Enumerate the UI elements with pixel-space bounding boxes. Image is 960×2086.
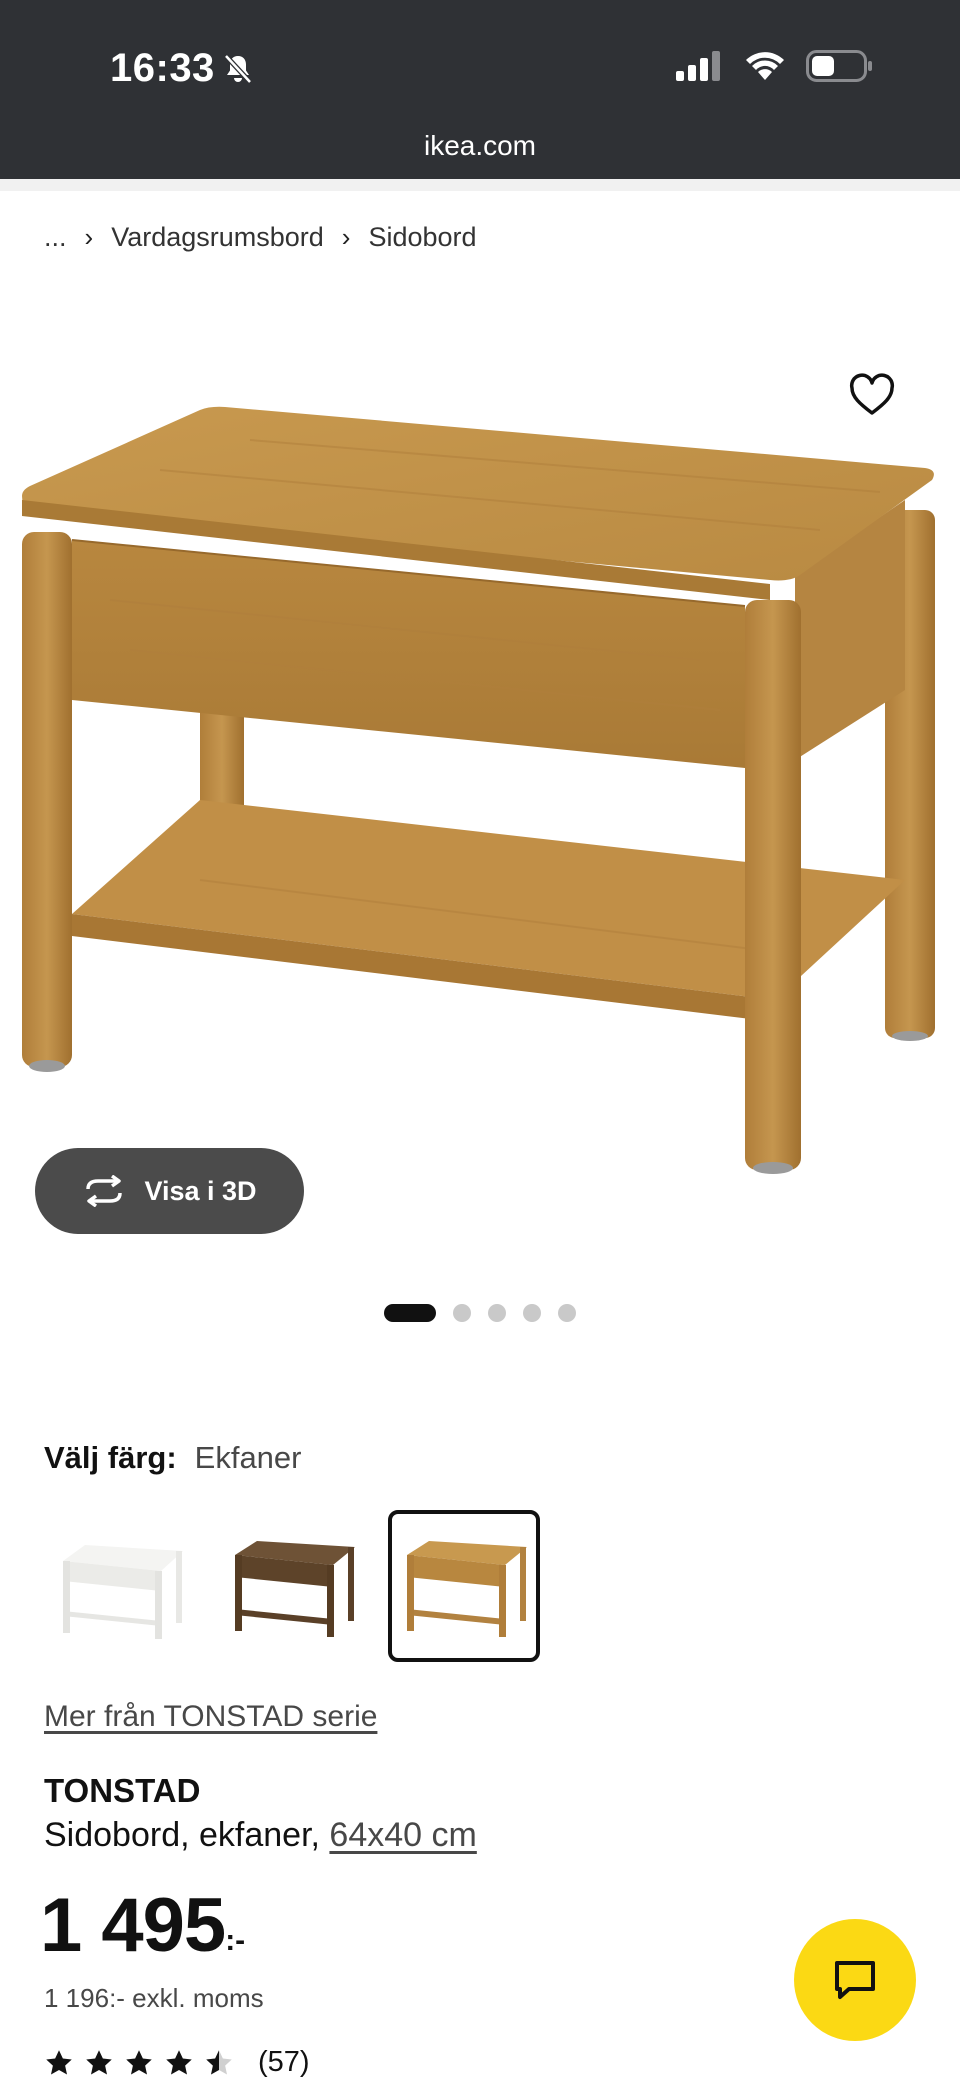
view-3d-button[interactable]: Visa i 3D xyxy=(35,1148,304,1234)
price-suffix: :- xyxy=(225,1924,246,1957)
star-icon xyxy=(166,2049,192,2074)
breadcrumb-ellipsis[interactable]: ... xyxy=(44,222,67,253)
rating-count: (57) xyxy=(258,2046,310,2078)
heart-icon[interactable] xyxy=(848,372,896,420)
carousel-dot[interactable] xyxy=(523,1304,541,1322)
color-swatches xyxy=(44,1510,540,1662)
rotate-3d-icon xyxy=(86,1175,123,1207)
divider-strip xyxy=(0,179,960,191)
star-icon xyxy=(126,2049,152,2074)
product-name: TONSTAD xyxy=(44,1772,201,1809)
breadcrumb-item-vardagsrumsbord[interactable]: Vardagsrumsbord xyxy=(111,222,324,253)
swatch-dark-brown-thumbnail xyxy=(235,1541,355,1637)
cellular-signal-icon xyxy=(676,51,720,81)
rating[interactable]: (57) xyxy=(44,2046,310,2079)
view-3d-label: Visa i 3D xyxy=(144,1175,257,1206)
product-image[interactable] xyxy=(0,300,960,1260)
chat-bubble-icon xyxy=(835,1961,875,1999)
chevron-right-icon: › xyxy=(341,222,351,252)
carousel-indicator xyxy=(384,1304,576,1322)
star-half-icon xyxy=(206,2049,232,2074)
browser-top-bar: 16:33 ikea.com xyxy=(0,0,960,179)
product-description: Sidobord, ekfaner, 64x40 cm xyxy=(44,1816,477,1855)
swatch-white-thumbnail xyxy=(63,1545,183,1639)
battery-icon xyxy=(806,50,872,82)
status-time-text: 16:33 xyxy=(110,46,215,90)
swatch-dark-brown[interactable] xyxy=(216,1510,368,1662)
carousel-dot[interactable] xyxy=(453,1304,471,1322)
product-dimensions-link[interactable]: 64x40 cm xyxy=(329,1816,476,1854)
carousel-dot[interactable] xyxy=(488,1304,506,1322)
color-selector-header: Välj färg: Ekfaner xyxy=(44,1440,302,1476)
price-main: 1 495 xyxy=(40,1883,226,1968)
swatch-oak-thumbnail xyxy=(407,1541,527,1637)
chevron-right-icon: › xyxy=(84,222,94,252)
breadcrumb-item-sidobord[interactable]: Sidobord xyxy=(368,222,476,253)
series-link[interactable]: Mer från TONSTAD serie xyxy=(44,1700,377,1734)
color-value: Ekfaner xyxy=(194,1440,302,1475)
carousel-dot[interactable] xyxy=(384,1304,436,1322)
chat-button[interactable] xyxy=(794,1919,916,2041)
breadcrumb: ... › Vardagsrumsbord › Sidobord xyxy=(44,222,477,253)
status-time: 16:33 xyxy=(110,46,253,91)
star-icon xyxy=(46,2049,72,2074)
product-description-text: Sidobord, ekfaner, xyxy=(44,1816,330,1854)
color-label: Välj färg: xyxy=(44,1440,177,1475)
price-excl-vat: 1 196:- exkl. moms xyxy=(44,1983,264,2013)
status-icons xyxy=(676,50,874,82)
wifi-icon xyxy=(746,52,784,80)
carousel-dot[interactable] xyxy=(558,1304,576,1322)
bell-slash-icon xyxy=(223,53,252,84)
price: 1 495 :- xyxy=(40,1888,245,1964)
swatch-oak[interactable] xyxy=(388,1510,540,1662)
star-icon xyxy=(86,2049,112,2074)
swatch-white[interactable] xyxy=(44,1510,196,1662)
url-bar[interactable]: ikea.com xyxy=(0,130,960,162)
